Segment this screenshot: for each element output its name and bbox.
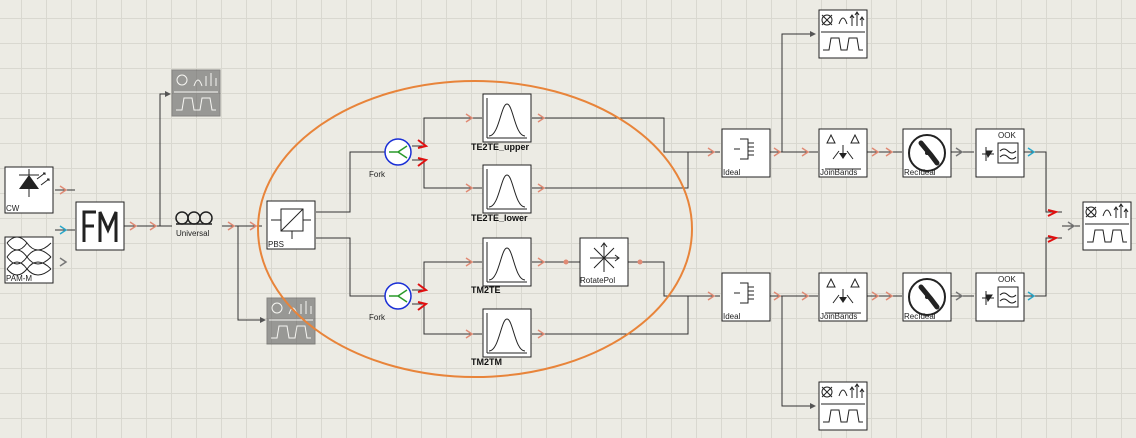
- recideal-top-block[interactable]: RecIdeal: [903, 129, 951, 177]
- te2te-upper-label: TE2TE_upper: [471, 142, 530, 152]
- tm2tm-label: TM2TM: [471, 357, 502, 367]
- pam-label: PAM-M: [6, 274, 32, 283]
- rotatepol-label: RotatePol: [580, 276, 615, 285]
- pam-source-block[interactable]: PAM-M: [4, 236, 54, 284]
- ideal-bottom-block[interactable]: Ideal: [721, 272, 771, 322]
- bandpass-filter-icon: [482, 164, 532, 214]
- pbs-block[interactable]: PBS: [266, 200, 316, 250]
- schematic-svg: CW PAM-M Universal PBS Fork Fork TE2TE_u…: [4, 9, 1132, 431]
- recideal-bottom-block[interactable]: RecIdeal: [903, 273, 951, 321]
- joinbands-bottom-label: JoinBands: [820, 312, 857, 321]
- fork-top-block[interactable]: Fork: [369, 138, 412, 179]
- bandpass-filter-icon: [482, 93, 532, 143]
- cw-label: CW: [6, 204, 20, 213]
- rotatepol-block[interactable]: RotatePol: [579, 237, 629, 287]
- fork-top-label: Fork: [369, 170, 386, 179]
- filter-tm2te-block[interactable]: TM2TE: [471, 237, 532, 295]
- ook-bottom-label: OOK: [998, 275, 1016, 284]
- filter-te2te-lower-block[interactable]: TE2TE_lower: [471, 164, 532, 223]
- analyzer-bottom-right-block[interactable]: [818, 381, 868, 431]
- ideal-bottom-label: Ideal: [723, 312, 741, 321]
- ideal-top-block[interactable]: Ideal: [721, 128, 771, 178]
- fiber-coil-icon: [175, 211, 213, 225]
- te2te-lower-label: TE2TE_lower: [471, 213, 528, 223]
- analyzer-top-right-block[interactable]: [818, 9, 868, 59]
- signal-analyzer-icon: [818, 9, 868, 59]
- recideal-top-label: RecIdeal: [904, 168, 936, 177]
- ideal-top-label: Ideal: [723, 168, 741, 177]
- recideal-bottom-label: RecIdeal: [904, 312, 936, 321]
- pbs-label: PBS: [268, 240, 284, 249]
- highlight-ellipse: [257, 80, 693, 378]
- ook-bottom-block[interactable]: OOK: [975, 272, 1025, 322]
- signal-analyzer-icon: [1082, 201, 1132, 251]
- am-modulator-block[interactable]: [75, 201, 125, 251]
- bandpass-filter-icon: [482, 237, 532, 287]
- cw-source-block[interactable]: CW: [4, 166, 54, 214]
- analyzer-top-left-block[interactable]: [171, 69, 221, 117]
- signal-analyzer-icon: [818, 381, 868, 431]
- joinbands-top-block[interactable]: JoinBands: [818, 128, 868, 178]
- analyzer-bottom-left-block[interactable]: [266, 297, 316, 345]
- universal-fiber-block[interactable]: Universal: [175, 211, 213, 238]
- ook-top-block[interactable]: OOK: [975, 128, 1025, 178]
- universal-label: Universal: [176, 229, 210, 238]
- joinbands-bottom-block[interactable]: JoinBands: [818, 272, 868, 322]
- fork-bottom-label: Fork: [369, 313, 386, 322]
- joinbands-top-label: JoinBands: [820, 168, 857, 177]
- bandpass-filter-icon: [482, 308, 532, 358]
- schematic-canvas: CW PAM-M Universal PBS Fork Fork TE2TE_u…: [0, 0, 1136, 438]
- filter-tm2tm-block[interactable]: TM2TM: [471, 308, 532, 367]
- fork-bottom-block[interactable]: Fork: [369, 282, 412, 322]
- filter-te2te-upper-block[interactable]: TE2TE_upper: [471, 93, 532, 152]
- tm2te-label: TM2TE: [471, 285, 501, 295]
- analyzer-output-block[interactable]: [1082, 201, 1132, 251]
- ook-top-label: OOK: [998, 131, 1016, 140]
